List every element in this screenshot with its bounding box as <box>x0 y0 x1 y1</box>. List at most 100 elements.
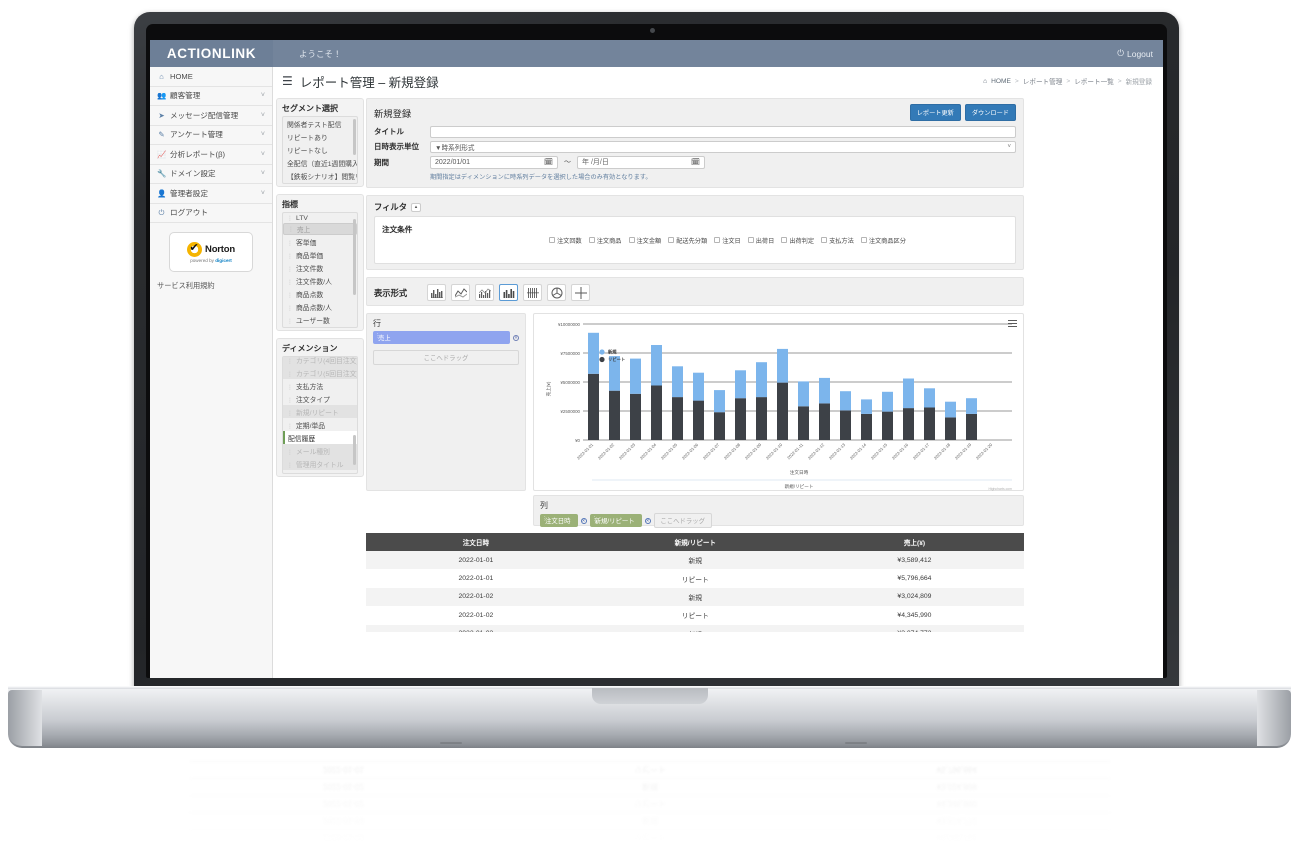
list-item[interactable]: 商品点数/人 <box>283 300 357 313</box>
table-row[interactable]: 2022-01-01 リピート ¥5,796,664 <box>366 569 1024 588</box>
remove-tag-icon[interactable]: ✕ <box>580 517 587 524</box>
list-item[interactable]: 関係者テスト配信 <box>283 117 357 130</box>
checkbox-box[interactable] <box>628 237 635 243</box>
scrollbar[interactable] <box>353 219 356 295</box>
scrollbar[interactable] <box>353 119 356 155</box>
list-item[interactable]: 【鉄板シナリオ】閲覧リタゲ <box>283 169 357 182</box>
metrics-list[interactable]: LTV 売上 客単価 商品単価 注文件数 注文件数/人 商品点数 商品点数/人 … <box>282 212 358 328</box>
list-item[interactable]: 注文件数 <box>283 261 357 274</box>
line-chart-icon[interactable] <box>451 284 470 301</box>
rows-panel[interactable]: 行 売上 ✕ ここへドラッグ <box>366 313 526 491</box>
list-item[interactable]: メール種別 <box>283 444 357 457</box>
list-item[interactable]: メルマガ会員数 <box>283 326 357 327</box>
breadcrumb-item-1[interactable]: レポート管理 <box>1023 76 1063 86</box>
checkbox-box[interactable] <box>821 237 828 243</box>
title-input[interactable] <box>430 125 1016 138</box>
checkbox-box[interactable] <box>714 237 721 243</box>
list-item[interactable]: 全配信（直近1週間購入者除く） <box>283 156 357 169</box>
cols-panel[interactable]: 列 注文日時 ✕ 新規/リピート ✕ ここへドラッグ <box>533 495 1024 528</box>
logout-button[interactable]: ⏻ Logout <box>1117 48 1153 59</box>
calendar-icon[interactable]: 🗓 <box>544 158 553 166</box>
table-row[interactable]: 2022-01-02 リピート ¥4,345,990 <box>366 606 1024 625</box>
unit-select[interactable]: ▼時系列形式 ˅ <box>430 140 1016 153</box>
combo-chart-icon[interactable] <box>475 284 494 301</box>
scrollbar[interactable] <box>353 435 356 465</box>
checkbox-box[interactable] <box>781 237 788 243</box>
list-item[interactable]: 客単価 <box>283 235 357 248</box>
column-header-type[interactable]: 新規/リピート <box>585 533 805 551</box>
table-chart-icon[interactable] <box>523 284 542 301</box>
checkbox-order-product[interactable]: 注文商品 <box>588 236 622 245</box>
rows-drop-target[interactable]: ここへドラッグ <box>373 350 519 365</box>
sidebar-item-domain[interactable]: 🔧 ドメイン設定 ˅ <box>150 165 272 184</box>
remove-tag-icon[interactable]: ✕ <box>513 334 519 341</box>
list-item[interactable]: 新規/リピート <box>283 405 357 418</box>
bar-chart-icon[interactable] <box>427 284 446 301</box>
table-row[interactable]: 2022-01-02 新規 ¥3,024,809 <box>366 587 1024 607</box>
list-item[interactable]: 商品単価 <box>283 248 357 261</box>
table-row[interactable]: 2022-01-03 新規 ¥3,074,772 <box>366 624 1024 632</box>
checkbox-order-date[interactable]: 注文日 <box>714 236 741 245</box>
segment-list[interactable]: 関係者テスト配信 リピートあり リピートなし 全配信（直近1週間購入者除く） 【… <box>282 116 358 184</box>
list-item[interactable]: リピートあり <box>283 130 357 143</box>
calendar-icon[interactable]: 🗓 <box>691 158 700 166</box>
sidebar-item-report[interactable]: 📈 分析レポート(β) ˅ <box>150 145 272 165</box>
col-tag-new-repeat[interactable]: 新規/リピート <box>589 514 642 527</box>
period-to-input[interactable]: 年 /月/日 🗓 <box>577 155 705 169</box>
list-item[interactable]: 配信チャネル <box>283 470 357 473</box>
checkbox-ship-date[interactable]: 出荷日 <box>747 236 774 245</box>
sidebar-item-customer[interactable]: 👥 顧客管理 ˅ <box>150 87 272 106</box>
caret-up-icon[interactable]: ▴ <box>411 202 422 212</box>
sidebar-item-logout[interactable]: ⏻ ログアウト <box>150 204 272 223</box>
list-item[interactable]: ユーザー数 <box>283 313 357 326</box>
list-item[interactable]: 注文タイプ <box>283 392 357 405</box>
list-item[interactable]: 定期/単品 <box>283 418 357 431</box>
checkbox-order-amount[interactable]: 注文金額 <box>628 236 661 245</box>
list-item[interactable]: 管理用タイトル <box>283 457 357 470</box>
checkbox-box[interactable] <box>668 237 675 243</box>
col-tag-order-date[interactable]: 注文日時 <box>540 514 578 527</box>
breadcrumb-item-2[interactable]: レポート一覧 <box>1074 76 1114 86</box>
scatter-chart-icon[interactable] <box>571 284 590 301</box>
update-report-button[interactable]: レポート更新 <box>909 104 961 121</box>
list-item[interactable]: 支払方法 <box>283 379 357 392</box>
list-item[interactable]: 商品点数 <box>283 287 357 300</box>
checkbox-payment-method[interactable]: 支払方法 <box>821 236 854 245</box>
sidebar-item-admin[interactable]: 👤 管理者設定 ˅ <box>150 184 272 204</box>
download-button[interactable]: ダウンロード <box>964 104 1016 121</box>
column-chart-icon[interactable] <box>499 284 518 301</box>
list-item[interactable]: 注文件数/人 <box>283 274 357 287</box>
list-item[interactable]: LTV <box>283 213 357 223</box>
checkbox-box[interactable] <box>860 237 867 243</box>
app-logo[interactable]: ACTIONLINK <box>150 40 273 67</box>
dimension-list[interactable]: カテゴリ(4回目注文) カテゴリ(5回目注文) 支払方法 注文タイプ 新規/リピ… <box>282 356 358 474</box>
list-item[interactable]: リピートなし <box>283 143 357 156</box>
sidebar-item-message[interactable]: ➤ メッセージ配信管理 ˅ <box>150 106 272 126</box>
pie-chart-icon[interactable] <box>547 284 566 301</box>
checkbox-shipping-class[interactable]: 配送先分類 <box>668 236 707 245</box>
checkbox-product-category[interactable]: 注文商品区分 <box>860 236 906 245</box>
sidebar-item-survey[interactable]: ✎ アンケート管理 ˅ <box>150 126 272 145</box>
row-tag-sales[interactable]: 売上 <box>373 331 510 344</box>
list-item[interactable]: 【鉄板シナリオ】ポイント明細 <box>283 182 357 183</box>
list-item[interactable]: カテゴリ(5回目注文) <box>283 366 357 379</box>
list-item[interactable]: カテゴリ(4回目注文) <box>283 357 357 366</box>
list-item-selected[interactable]: 売上 <box>283 223 357 235</box>
list-item-active[interactable]: 配信履歴 <box>283 431 357 444</box>
checkbox-box[interactable] <box>747 237 754 243</box>
cols-drop-target[interactable]: ここへドラッグ <box>653 513 712 528</box>
checkbox-ship-judgement[interactable]: 出荷判定 <box>781 236 814 245</box>
table-row[interactable]: 2022-01-01 新規 ¥3,589,412 <box>366 551 1024 570</box>
checkbox-order-count[interactable]: 注文回数 <box>549 236 582 245</box>
column-header-date[interactable]: 注文日時 <box>366 533 586 551</box>
breadcrumb-item-0[interactable]: HOME <box>991 78 1011 85</box>
checkbox-box[interactable] <box>588 237 595 243</box>
terms-link[interactable]: サービス利用規約 <box>150 272 272 291</box>
column-header-sales[interactable]: 売上(¥) <box>804 533 1024 551</box>
remove-tag-icon[interactable]: ✕ <box>644 517 651 524</box>
chart-menu-icon[interactable] <box>1008 320 1017 329</box>
hamburger-icon[interactable]: ☰ <box>282 74 293 88</box>
checkbox-box[interactable] <box>549 237 555 243</box>
period-from-input[interactable]: 2022/01/01 🗓 <box>430 155 558 169</box>
sidebar-item-home[interactable]: ⌂ HOME <box>150 67 272 87</box>
